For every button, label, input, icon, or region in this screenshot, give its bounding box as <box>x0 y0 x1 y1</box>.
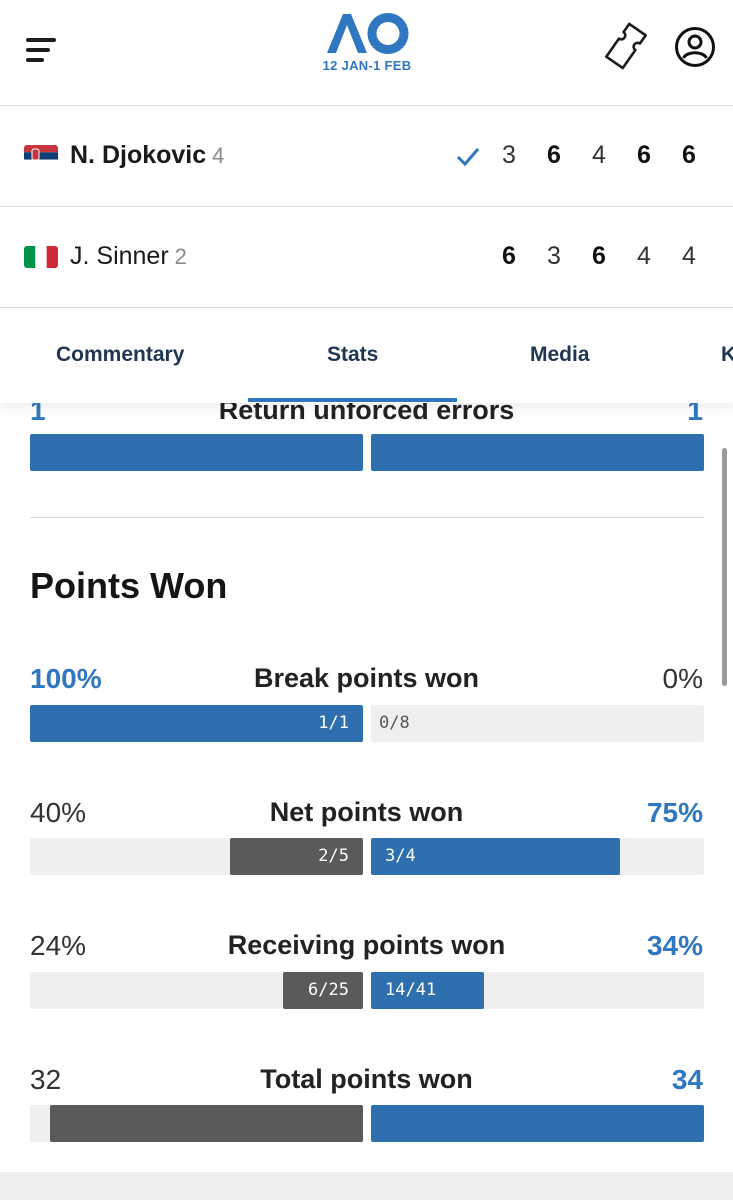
stat-bar-left <box>30 434 363 471</box>
player-name: N. Djokovic 4 <box>70 141 224 170</box>
ao-logo-mark <box>327 13 409 54</box>
checkmark-icon <box>455 145 481 169</box>
player-seed: 4 <box>212 143 225 168</box>
stat-bar-left: 2/5 <box>230 838 363 875</box>
stat-label: Receiving points won <box>227 930 506 960</box>
ao-logo[interactable]: 12 JAN-1 FEB <box>316 12 418 78</box>
top-header: 12 JAN-1 FEB <box>0 0 733 106</box>
stat-label: Break points won <box>253 663 480 693</box>
player-name-text: N. Djokovic <box>70 141 207 169</box>
tab-overflow[interactable]: K <box>721 343 733 367</box>
player-name-text: J. Sinner <box>70 242 169 270</box>
tab-media[interactable]: Media <box>530 343 590 367</box>
section-title: Points Won <box>30 565 228 606</box>
stats-content: 1 Return unforced errors 1 Points Won 10… <box>0 309 733 1200</box>
set-score: 6 <box>682 141 696 169</box>
active-tab-indicator <box>248 398 457 402</box>
stat-bar-left-fraction: 2/5 <box>318 846 349 866</box>
hamburger-menu-icon[interactable] <box>26 36 60 64</box>
tab-stats[interactable]: Stats <box>327 343 378 367</box>
set-score: 4 <box>637 242 651 270</box>
stat-bar-left <box>50 1105 363 1142</box>
set-score: 6 <box>502 242 516 270</box>
set-score: 4 <box>592 141 606 169</box>
set-score: 3 <box>547 242 561 270</box>
set-score: 3 <box>502 141 516 169</box>
player-score-row-djokovic: N. Djokovic 4 3 6 4 6 6 <box>0 107 733 207</box>
ticket-icon[interactable] <box>602 22 650 70</box>
stat-bar-right-fraction: 0/8 <box>379 713 410 733</box>
stat-right-value: 0% <box>662 663 703 694</box>
stat-bar-left: 6/25 <box>283 972 363 1009</box>
stat-bar-right: 14/41 <box>371 972 484 1009</box>
stat-bar-left-fraction: 6/25 <box>308 980 349 1000</box>
stat-bar-right-fraction: 14/41 <box>385 980 437 1000</box>
user-account-icon[interactable] <box>673 25 717 69</box>
stat-bar-right: 0/8 <box>371 705 704 742</box>
italy-flag-icon <box>24 246 58 268</box>
player-name: J. Sinner 2 <box>70 242 187 271</box>
bottom-strip <box>0 1172 733 1200</box>
match-tabs: Commentary Stats Media K <box>0 309 733 403</box>
player-score-row-sinner: J. Sinner 2 6 3 6 4 4 <box>0 208 733 308</box>
stat-bar-right <box>371 434 704 471</box>
section-divider <box>30 517 704 518</box>
stat-bar-right <box>371 1105 704 1142</box>
stat-label: Total points won <box>260 1064 473 1094</box>
set-score: 4 <box>682 242 696 270</box>
serbia-flag-icon <box>24 145 58 167</box>
stat-bar-right: 3/4 <box>371 838 620 875</box>
stat-label: Net points won <box>269 797 464 827</box>
set-score: 6 <box>637 141 651 169</box>
stat-right-value: 75% <box>646 797 703 828</box>
scrollbar[interactable] <box>722 448 727 686</box>
stat-bar-left-fraction: 1/1 <box>318 713 349 733</box>
set-score: 6 <box>547 141 561 169</box>
tournament-dates: 12 JAN-1 FEB <box>322 58 412 73</box>
player-seed: 2 <box>174 244 187 269</box>
stat-bar-right-fraction: 3/4 <box>385 846 416 866</box>
stat-right-value: 34 <box>671 1064 703 1095</box>
set-score: 6 <box>592 242 606 270</box>
tab-commentary[interactable]: Commentary <box>56 343 184 367</box>
stat-right-value: 34% <box>646 930 703 961</box>
stat-bar-left: 1/1 <box>30 705 363 742</box>
